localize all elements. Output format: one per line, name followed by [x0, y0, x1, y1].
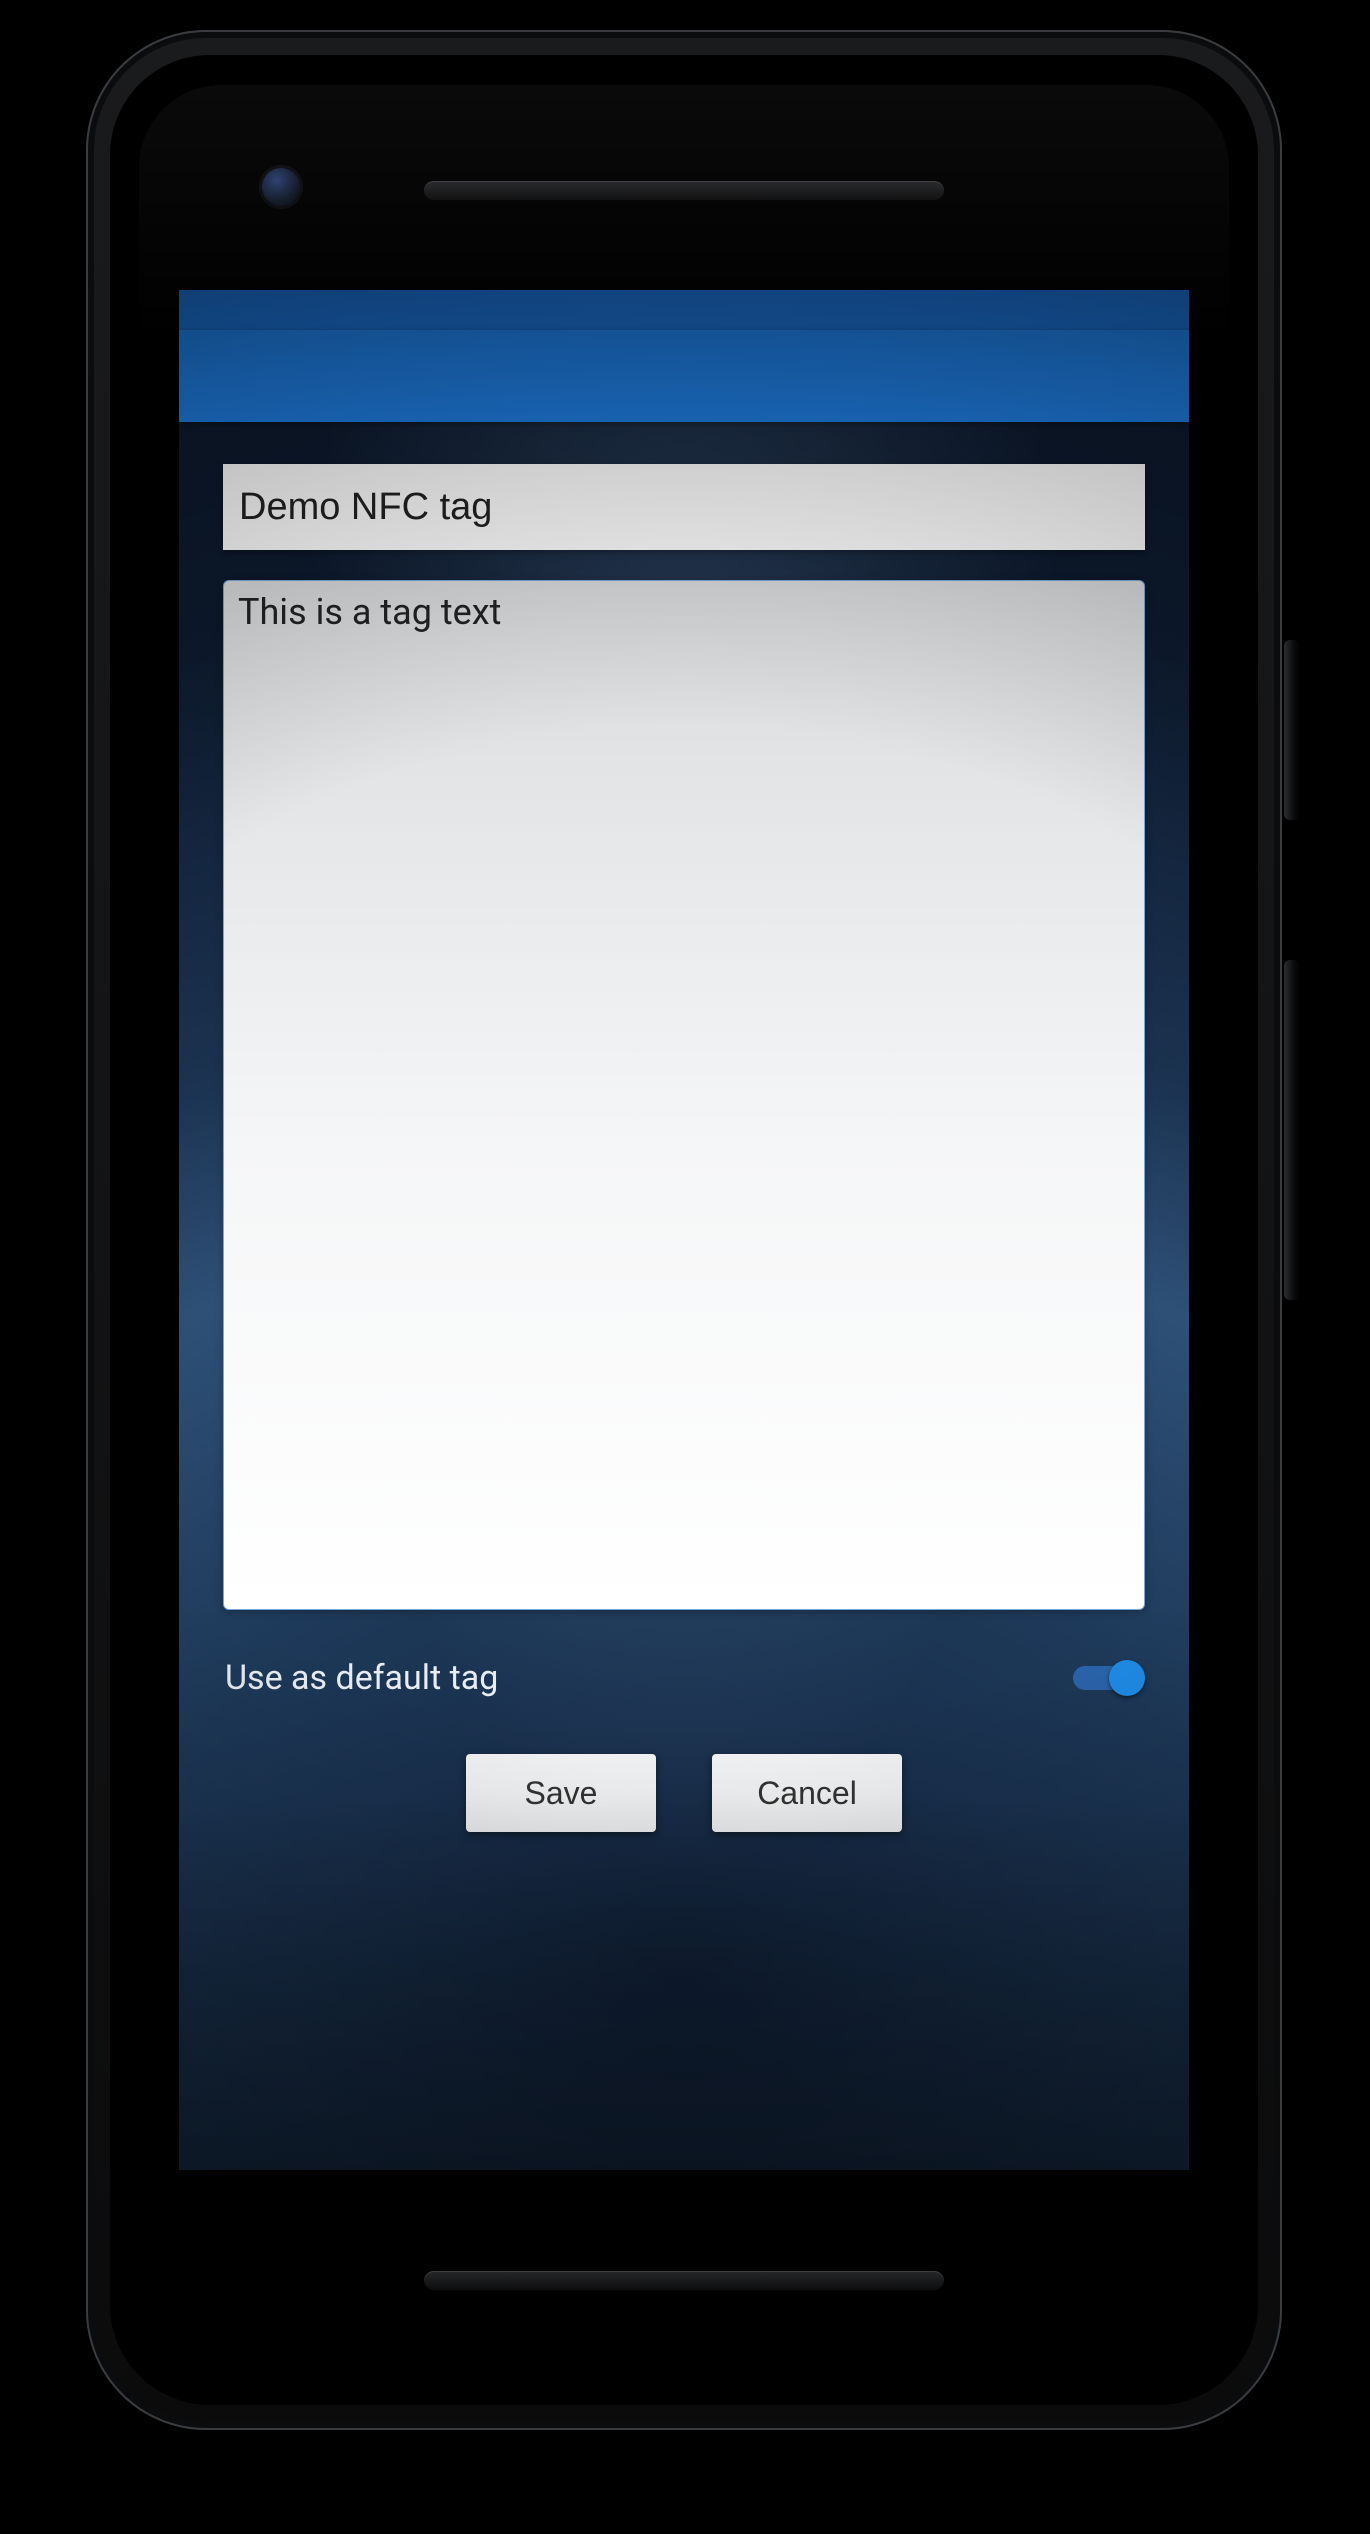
volume-rocker[interactable] [1284, 960, 1300, 1300]
chin-speaker [424, 2271, 944, 2291]
phone-inner: Use as default tag Save Cancel [110, 55, 1258, 2405]
earpiece-speaker [424, 181, 944, 201]
app-screen: Use as default tag Save Cancel [179, 290, 1189, 2170]
form-container: Use as default tag Save Cancel [179, 422, 1189, 2170]
phone-bezel: Use as default tag Save Cancel [139, 85, 1229, 2375]
tag-title-input[interactable] [223, 464, 1145, 550]
action-button-row: Save Cancel [223, 1754, 1145, 1832]
power-button[interactable] [1284, 640, 1300, 820]
tag-body-textarea[interactable] [223, 580, 1145, 1610]
default-tag-row: Use as default tag [223, 1658, 1145, 1698]
app-bar [179, 330, 1189, 422]
save-button[interactable]: Save [466, 1754, 656, 1832]
default-tag-switch[interactable] [1073, 1658, 1143, 1698]
front-camera-icon [259, 165, 303, 209]
cancel-button[interactable]: Cancel [712, 1754, 902, 1832]
android-status-bar [179, 290, 1189, 330]
phone-frame: Use as default tag Save Cancel [86, 30, 1282, 2430]
switch-thumb [1109, 1660, 1145, 1696]
stage: Use as default tag Save Cancel [0, 0, 1370, 2534]
default-tag-label: Use as default tag [225, 1658, 498, 1698]
